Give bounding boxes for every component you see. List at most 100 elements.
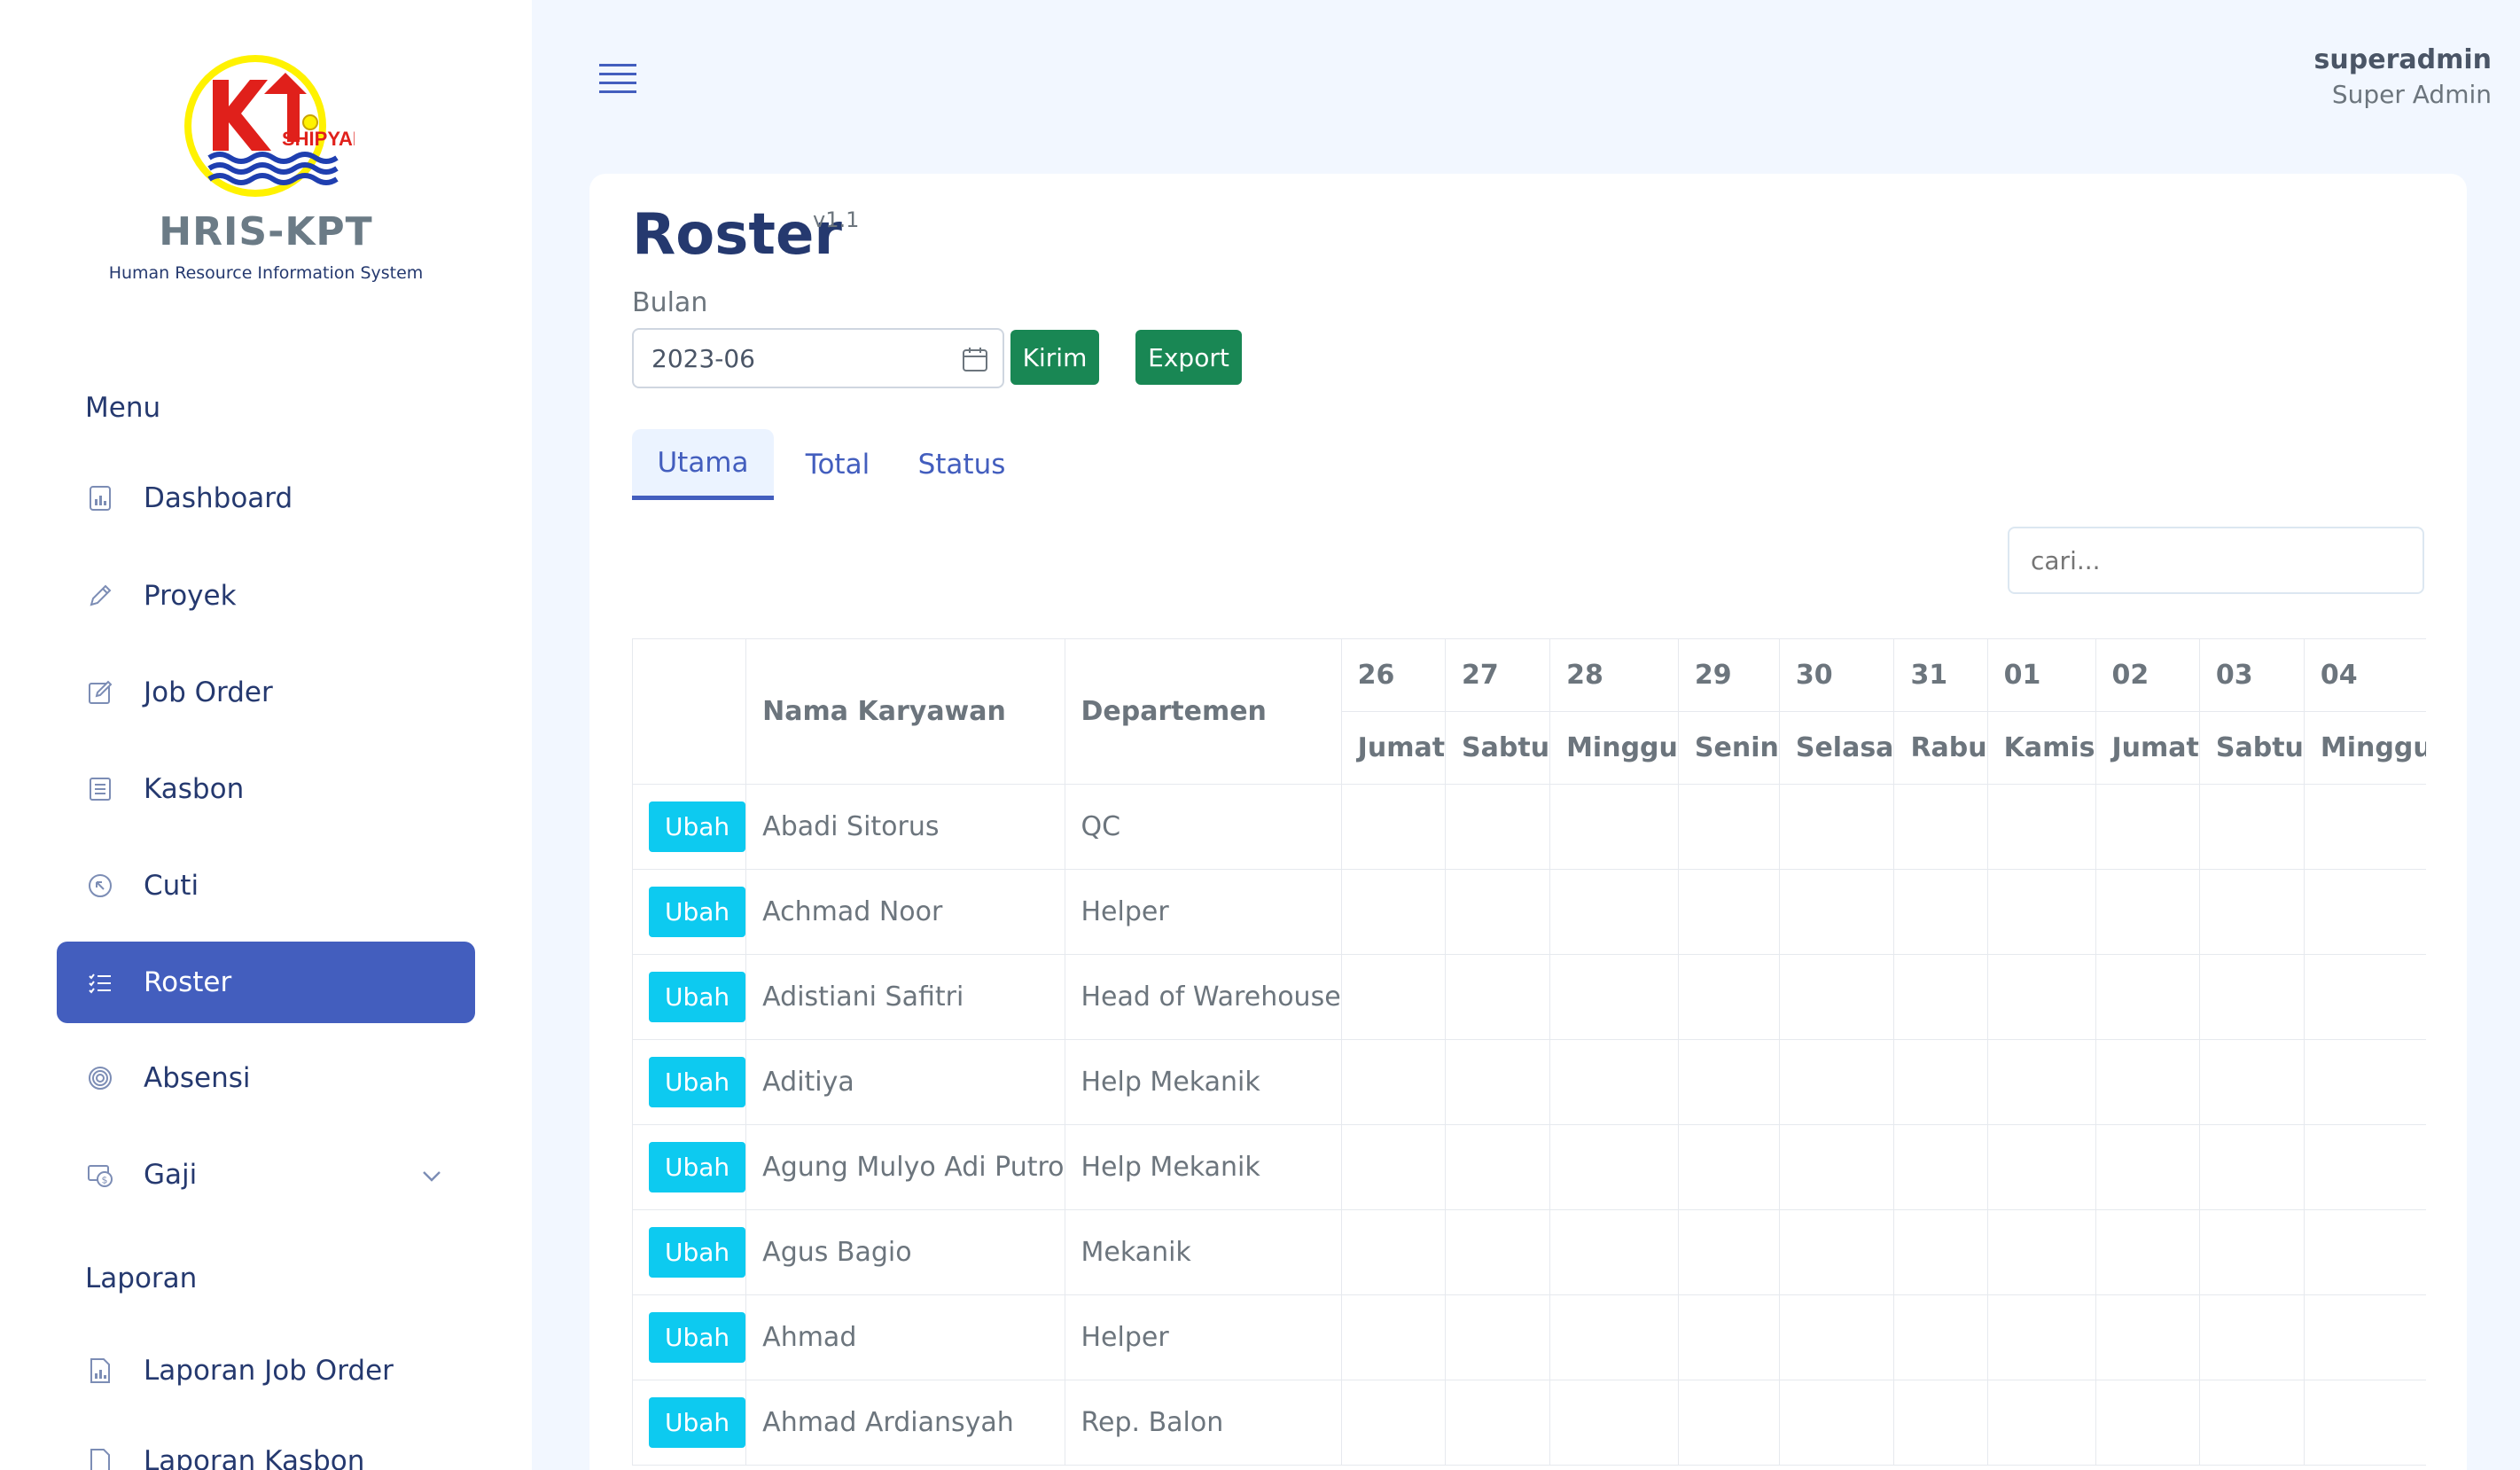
sidebar-item-absensi[interactable]: Absensi — [57, 1037, 475, 1119]
sidebar-item-dashboard[interactable]: Dashboard — [57, 457, 475, 539]
roster-day-cell[interactable] — [2303, 1039, 2426, 1125]
sidebar-item-gaji[interactable]: $ Gaji — [57, 1134, 475, 1216]
roster-day-cell[interactable] — [1549, 869, 1679, 955]
sidebar-item-proyek[interactable]: Proyek — [57, 555, 475, 637]
roster-day-cell[interactable] — [1893, 869, 1988, 955]
roster-day-cell[interactable] — [2303, 869, 2426, 955]
roster-day-cell[interactable] — [1778, 1039, 1895, 1125]
roster-day-cell[interactable] — [1340, 1294, 1447, 1380]
roster-day-cell[interactable] — [1677, 1124, 1780, 1210]
tab-utama[interactable]: Utama — [632, 429, 774, 500]
roster-day-cell[interactable] — [1340, 1124, 1447, 1210]
roster-day-cell[interactable] — [1677, 954, 1780, 1040]
department-header[interactable]: Departemen — [1064, 638, 1342, 785]
roster-day-cell[interactable] — [1549, 1294, 1679, 1380]
roster-day-cell[interactable] — [1445, 1209, 1551, 1295]
roster-day-cell[interactable] — [1549, 1380, 1679, 1466]
roster-day-cell[interactable] — [1893, 1209, 1988, 1295]
roster-day-cell[interactable] — [1445, 784, 1551, 870]
roster-day-cell[interactable] — [1677, 1209, 1780, 1295]
edit-button[interactable]: Ubah — [649, 1142, 745, 1192]
roster-day-cell[interactable] — [1445, 954, 1551, 1040]
roster-day-cell[interactable] — [2303, 1124, 2426, 1210]
roster-day-cell[interactable] — [1340, 1209, 1447, 1295]
tab-status[interactable]: Status — [900, 429, 1024, 500]
roster-day-cell[interactable] — [1986, 869, 2096, 955]
roster-day-cell[interactable] — [2095, 954, 2200, 1040]
roster-day-cell[interactable] — [1445, 869, 1551, 955]
roster-day-cell[interactable] — [1549, 784, 1679, 870]
roster-day-cell[interactable] — [1445, 1039, 1551, 1125]
roster-day-cell[interactable] — [2095, 1380, 2200, 1466]
roster-day-cell[interactable] — [2095, 784, 2200, 870]
roster-day-cell[interactable] — [1677, 1294, 1780, 1380]
roster-day-cell[interactable] — [1893, 954, 1988, 1040]
search-input[interactable] — [2008, 527, 2424, 594]
employee-name-header[interactable]: Nama Karyawan — [745, 638, 1065, 785]
roster-day-cell[interactable] — [1778, 1209, 1895, 1295]
roster-day-cell[interactable] — [2198, 1294, 2305, 1380]
roster-day-cell[interactable] — [1340, 954, 1447, 1040]
roster-day-cell[interactable] — [1986, 954, 2096, 1040]
tab-total[interactable]: Total — [786, 429, 889, 500]
roster-day-cell[interactable] — [2095, 1124, 2200, 1210]
roster-day-cell[interactable] — [1986, 1039, 2096, 1125]
export-button[interactable]: Export — [1135, 330, 1242, 385]
roster-day-cell[interactable] — [1986, 1380, 2096, 1466]
roster-day-cell[interactable] — [1986, 784, 2096, 870]
roster-day-cell[interactable] — [1549, 954, 1679, 1040]
roster-day-cell[interactable] — [2198, 869, 2305, 955]
chevron-down-icon[interactable] — [420, 1162, 443, 1194]
roster-day-cell[interactable] — [1445, 1380, 1551, 1466]
calendar-icon[interactable] — [962, 346, 988, 372]
roster-day-cell[interactable] — [1778, 1380, 1895, 1466]
edit-button[interactable]: Ubah — [649, 1397, 745, 1448]
edit-button[interactable]: Ubah — [649, 1227, 745, 1278]
roster-day-cell[interactable] — [1893, 1380, 1988, 1466]
roster-day-cell[interactable] — [1778, 1294, 1895, 1380]
roster-day-cell[interactable] — [2198, 784, 2305, 870]
sidebar-item-laporan-kasbon[interactable]: Laporan Kasbon — [57, 1420, 475, 1470]
roster-day-cell[interactable] — [2198, 1209, 2305, 1295]
roster-day-cell[interactable] — [2303, 784, 2426, 870]
sidebar-item-job-order[interactable]: Job Order — [57, 652, 475, 733]
sidebar-item-laporan-job-order[interactable]: Laporan Job Order — [57, 1330, 475, 1411]
roster-day-cell[interactable] — [1445, 1294, 1551, 1380]
roster-day-cell[interactable] — [1893, 1294, 1988, 1380]
roster-day-cell[interactable] — [1986, 1124, 2096, 1210]
roster-day-cell[interactable] — [1778, 869, 1895, 955]
roster-day-cell[interactable] — [1893, 1039, 1988, 1125]
roster-day-cell[interactable] — [2095, 869, 2200, 955]
user-name[interactable]: superadmin — [2314, 44, 2492, 75]
roster-day-cell[interactable] — [2303, 954, 2426, 1040]
roster-day-cell[interactable] — [1677, 869, 1780, 955]
roster-day-cell[interactable] — [1549, 1124, 1679, 1210]
roster-day-cell[interactable] — [2198, 1039, 2305, 1125]
roster-day-cell[interactable] — [1778, 954, 1895, 1040]
roster-day-cell[interactable] — [2198, 954, 2305, 1040]
roster-day-cell[interactable] — [1778, 784, 1895, 870]
send-button[interactable]: Kirim — [1010, 330, 1099, 385]
roster-day-cell[interactable] — [2198, 1380, 2305, 1466]
sidebar-item-cuti[interactable]: Cuti — [57, 845, 475, 927]
roster-day-cell[interactable] — [1549, 1209, 1679, 1295]
roster-day-cell[interactable] — [1986, 1294, 2096, 1380]
roster-day-cell[interactable] — [1340, 1380, 1447, 1466]
roster-day-cell[interactable] — [1340, 1039, 1447, 1125]
sidebar-item-roster[interactable]: Roster — [57, 942, 475, 1023]
roster-day-cell[interactable] — [1340, 869, 1447, 955]
sidebar-item-kasbon[interactable]: Kasbon — [57, 748, 475, 830]
roster-day-cell[interactable] — [2303, 1209, 2426, 1295]
roster-day-cell[interactable] — [1677, 784, 1780, 870]
roster-day-cell[interactable] — [1893, 784, 1988, 870]
edit-button[interactable]: Ubah — [649, 972, 745, 1022]
roster-day-cell[interactable] — [1986, 1209, 2096, 1295]
edit-button[interactable]: Ubah — [649, 1312, 745, 1363]
roster-day-cell[interactable] — [1340, 784, 1447, 870]
edit-button[interactable]: Ubah — [649, 801, 745, 852]
roster-day-cell[interactable] — [2198, 1124, 2305, 1210]
roster-day-cell[interactable] — [2303, 1294, 2426, 1380]
roster-day-cell[interactable] — [2095, 1294, 2200, 1380]
roster-day-cell[interactable] — [1893, 1124, 1988, 1210]
roster-day-cell[interactable] — [2095, 1209, 2200, 1295]
